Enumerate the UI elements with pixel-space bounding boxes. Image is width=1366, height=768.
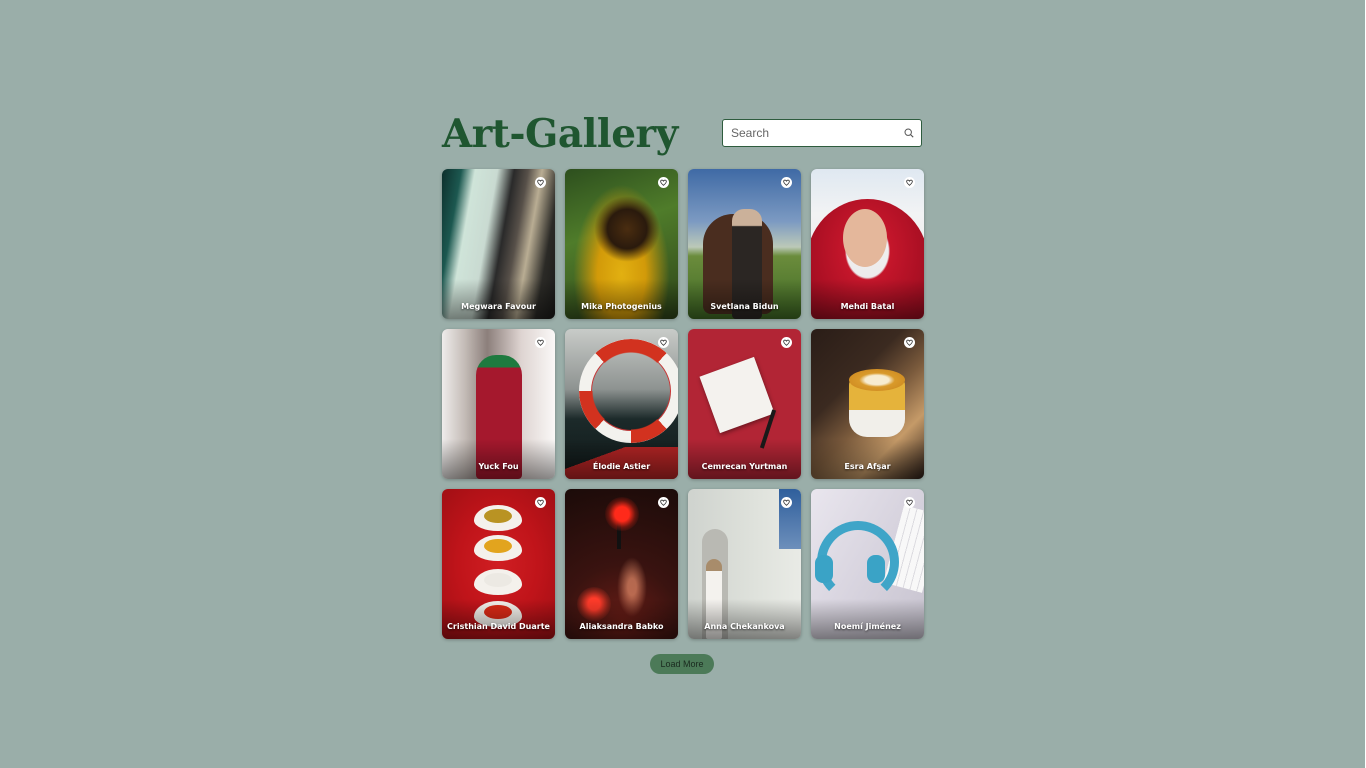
card-author: Élodie Astier: [592, 462, 651, 471]
like-icon[interactable]: [535, 497, 546, 508]
gallery-card[interactable]: Mehdi Batal: [811, 169, 924, 319]
gallery-grid: Megwara Favour Mika Photogenius Svetlana…: [442, 169, 924, 639]
like-icon[interactable]: [535, 337, 546, 348]
like-icon[interactable]: [658, 337, 669, 348]
like-icon[interactable]: [904, 177, 915, 188]
search-box[interactable]: [722, 119, 922, 147]
card-author: Megwara Favour: [461, 302, 536, 311]
like-icon[interactable]: [535, 177, 546, 188]
card-author: Noemí Jiménez: [834, 622, 901, 631]
gallery-card[interactable]: Cristhian David Duarte: [442, 489, 555, 639]
like-icon[interactable]: [904, 497, 915, 508]
like-icon[interactable]: [658, 177, 669, 188]
like-icon[interactable]: [781, 497, 792, 508]
card-author: Anna Chekankova: [704, 622, 785, 631]
gallery-card[interactable]: Cemrecan Yurtman: [688, 329, 801, 479]
like-icon[interactable]: [658, 497, 669, 508]
gallery-card[interactable]: Anna Chekankova: [688, 489, 801, 639]
card-author: Cemrecan Yurtman: [701, 462, 788, 471]
card-author: Cristhian David Duarte: [447, 622, 550, 631]
page: Art-Gallery Megwara Favour Mika Pho: [0, 0, 1366, 768]
header: Art-Gallery: [442, 110, 922, 169]
gallery-card[interactable]: Yuck Fou: [442, 329, 555, 479]
gallery-card[interactable]: Esra Afşar: [811, 329, 924, 479]
card-author: Mika Photogenius: [581, 302, 662, 311]
like-icon[interactable]: [904, 337, 915, 348]
gallery-card[interactable]: Megwara Favour: [442, 169, 555, 319]
like-icon[interactable]: [781, 177, 792, 188]
search-input[interactable]: [723, 120, 895, 146]
card-author: Yuck Fou: [478, 462, 519, 471]
card-author: Esra Afşar: [844, 462, 891, 471]
search-icon[interactable]: [904, 128, 914, 138]
gallery-card[interactable]: Svetlana Bidun: [688, 169, 801, 319]
gallery-container: Art-Gallery Megwara Favour Mika Pho: [442, 110, 924, 674]
card-author: Mehdi Batal: [840, 302, 895, 311]
page-title: Art-Gallery: [442, 111, 678, 157]
card-author: Svetlana Bidun: [710, 302, 779, 311]
load-more-button[interactable]: Load More: [650, 654, 714, 674]
like-icon[interactable]: [781, 337, 792, 348]
card-author: Aliaksandra Babko: [579, 622, 664, 631]
gallery-card[interactable]: Mika Photogenius: [565, 169, 678, 319]
gallery-card[interactable]: Élodie Astier: [565, 329, 678, 479]
gallery-card[interactable]: Aliaksandra Babko: [565, 489, 678, 639]
gallery-card[interactable]: Noemí Jiménez: [811, 489, 924, 639]
